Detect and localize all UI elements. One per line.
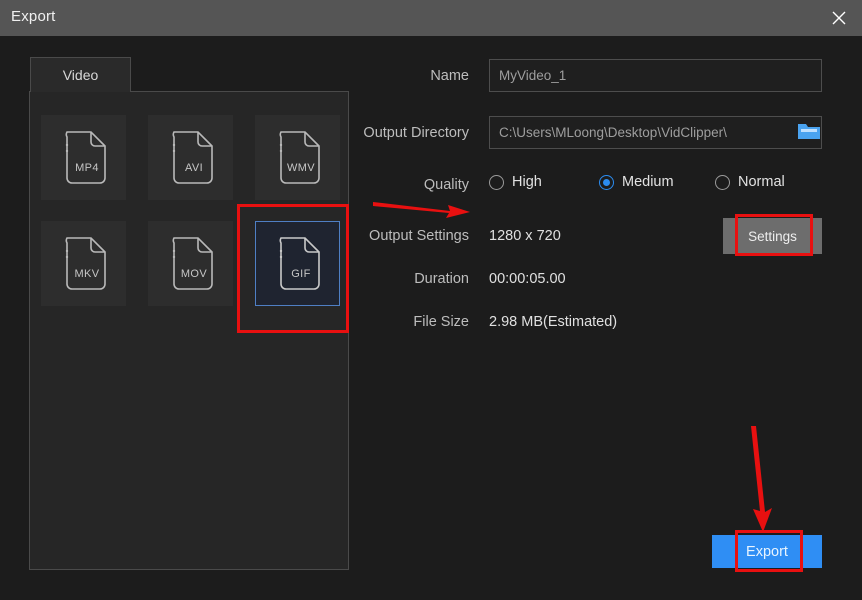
name-label: Name (430, 68, 469, 84)
output-settings-value: 1280 x 720 (489, 228, 561, 244)
quality-option-high[interactable]: High (489, 174, 599, 190)
file-mov-icon: MOV (165, 235, 217, 293)
name-input-value: MyVideo_1 (499, 68, 567, 83)
settings-button[interactable]: Settings (723, 218, 822, 254)
format-label: AVI (184, 161, 204, 174)
radio-icon (599, 174, 614, 190)
title-bar: Export (0, 0, 862, 36)
format-label: MOV (180, 267, 208, 280)
folder-icon[interactable] (797, 121, 821, 141)
format-label: GIF (291, 267, 311, 280)
radio-icon (489, 174, 504, 190)
output-directory-label: Output Directory (363, 125, 469, 141)
annotation-arrow-output-settings (373, 202, 470, 218)
quality-option-label: Normal (738, 174, 785, 190)
tab-video[interactable]: Video (30, 57, 131, 92)
name-input[interactable]: MyVideo_1 (489, 59, 822, 92)
format-grid: MP4 AVI WMV MKV MOV GIF (41, 115, 341, 306)
duration-value: 00:00:05.00 (489, 271, 566, 287)
format-panel: MP4 AVI WMV MKV MOV GIF (29, 91, 349, 570)
window-title: Export (11, 8, 56, 25)
duration-label: Duration (414, 271, 469, 287)
quality-option-medium[interactable]: Medium (599, 174, 715, 190)
close-icon[interactable] (816, 0, 862, 36)
quality-label: Quality (423, 177, 469, 193)
format-tile-mkv[interactable]: MKV (41, 221, 126, 306)
export-button-label: Export (746, 543, 788, 560)
settings-button-label: Settings (748, 228, 797, 244)
output-directory-value: C:\Users\MLoong\Desktop\VidClipper\ (499, 125, 727, 140)
export-button[interactable]: Export (712, 535, 822, 568)
file-mp4-icon: MP4 (58, 129, 110, 187)
quality-radio-group: High Medium Normal (489, 174, 785, 190)
format-label: MP4 (75, 161, 99, 174)
format-label: MKV (74, 267, 100, 280)
format-tile-avi[interactable]: AVI (148, 115, 233, 200)
quality-option-label: High (512, 174, 542, 190)
file-size-label: File Size (413, 314, 469, 330)
file-wmv-icon: WMV (272, 129, 324, 187)
radio-icon (715, 174, 730, 190)
format-tile-mp4[interactable]: MP4 (41, 115, 126, 200)
format-tile-mov[interactable]: MOV (148, 221, 233, 306)
output-settings-label: Output Settings (369, 228, 469, 244)
quality-option-normal[interactable]: Normal (715, 174, 785, 190)
format-label: WMV (286, 161, 316, 174)
file-avi-icon: AVI (165, 129, 217, 187)
file-gif-icon: GIF (272, 235, 324, 293)
output-directory-input[interactable]: C:\Users\MLoong\Desktop\VidClipper\ (489, 116, 822, 149)
tab-video-label: Video (62, 67, 99, 83)
quality-option-label: Medium (622, 174, 674, 190)
export-dialog: Export Video MP4 AVI WMV MKV MOV GIF Nam… (0, 0, 862, 600)
annotation-arrow-export (751, 426, 772, 532)
file-size-value: 2.98 MB(Estimated) (489, 314, 618, 330)
file-mkv-icon: MKV (58, 235, 110, 293)
